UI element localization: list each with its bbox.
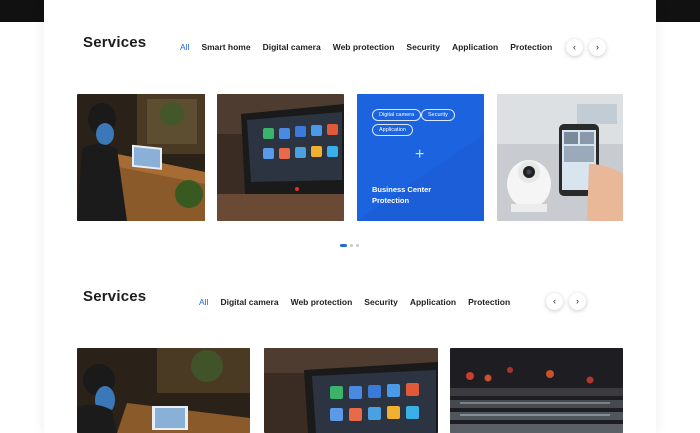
service-card-tablet[interactable]: [217, 94, 344, 221]
chevron-right-icon: ›: [596, 42, 599, 52]
tab-web-protection[interactable]: Web protection: [291, 297, 353, 307]
section-title: Services: [83, 288, 147, 305]
pagination-dot[interactable]: [340, 244, 347, 247]
services-section-2: Services All Digital camera Web protecti…: [44, 260, 656, 433]
tab-security[interactable]: Security: [406, 42, 440, 52]
person-laptop-image: [77, 94, 205, 221]
card-title-line2: Protection: [372, 196, 410, 205]
tab-all[interactable]: All: [199, 297, 208, 307]
service-card-featured[interactable]: Digital camera Security Application + Bu…: [357, 94, 484, 221]
tab-application[interactable]: Application: [410, 297, 456, 307]
chip-security[interactable]: Security: [421, 109, 455, 121]
plus-icon[interactable]: +: [415, 146, 424, 164]
tab-protection[interactable]: Protection: [468, 297, 510, 307]
filter-tabs: All Smart home Digital camera Web protec…: [180, 42, 564, 52]
network-equipment-image: [450, 348, 623, 433]
prev-button[interactable]: ‹: [566, 39, 583, 56]
chip-digital-camera[interactable]: Digital camera: [372, 109, 422, 121]
tablet-image: [217, 94, 344, 221]
next-button[interactable]: ›: [569, 293, 586, 310]
person-laptop-image: [77, 348, 250, 433]
card-title-line1: Business Center: [372, 185, 432, 194]
section-title: Services: [83, 34, 147, 51]
service-card-person-laptop[interactable]: [77, 348, 250, 433]
tablet-image: [264, 348, 438, 433]
tab-digital-camera[interactable]: Digital camera: [263, 42, 321, 52]
carousel-pagination: [340, 244, 362, 247]
service-card-camera-phone[interactable]: [497, 94, 623, 221]
top-left-bar: [0, 0, 44, 22]
top-right-bar: [656, 0, 700, 22]
tab-application[interactable]: Application: [452, 42, 498, 52]
card-title: Business Center Protection: [372, 184, 431, 206]
pagination-dot[interactable]: [350, 244, 353, 247]
next-button[interactable]: ›: [589, 39, 606, 56]
page-container: Services All Smart home Digital camera W…: [44, 0, 656, 433]
tab-smart-home[interactable]: Smart home: [201, 42, 250, 52]
chip-application[interactable]: Application: [372, 124, 413, 136]
prev-button[interactable]: ‹: [546, 293, 563, 310]
tab-all[interactable]: All: [180, 42, 189, 52]
tab-web-protection[interactable]: Web protection: [333, 42, 395, 52]
service-card-person-laptop[interactable]: [77, 94, 205, 221]
tab-digital-camera[interactable]: Digital camera: [220, 297, 278, 307]
chevron-right-icon: ›: [576, 296, 579, 306]
chevron-left-icon: ‹: [553, 296, 556, 306]
pagination-dot[interactable]: [356, 244, 359, 247]
camera-phone-image: [497, 94, 623, 221]
tab-security[interactable]: Security: [364, 297, 398, 307]
services-section-1: Services All Smart home Digital camera W…: [44, 0, 656, 260]
service-card-network[interactable]: [450, 348, 623, 433]
tab-protection[interactable]: Protection: [510, 42, 552, 52]
filter-tabs: All Digital camera Web protection Securi…: [199, 297, 522, 307]
service-card-tablet[interactable]: [264, 348, 438, 433]
chevron-left-icon: ‹: [573, 42, 576, 52]
